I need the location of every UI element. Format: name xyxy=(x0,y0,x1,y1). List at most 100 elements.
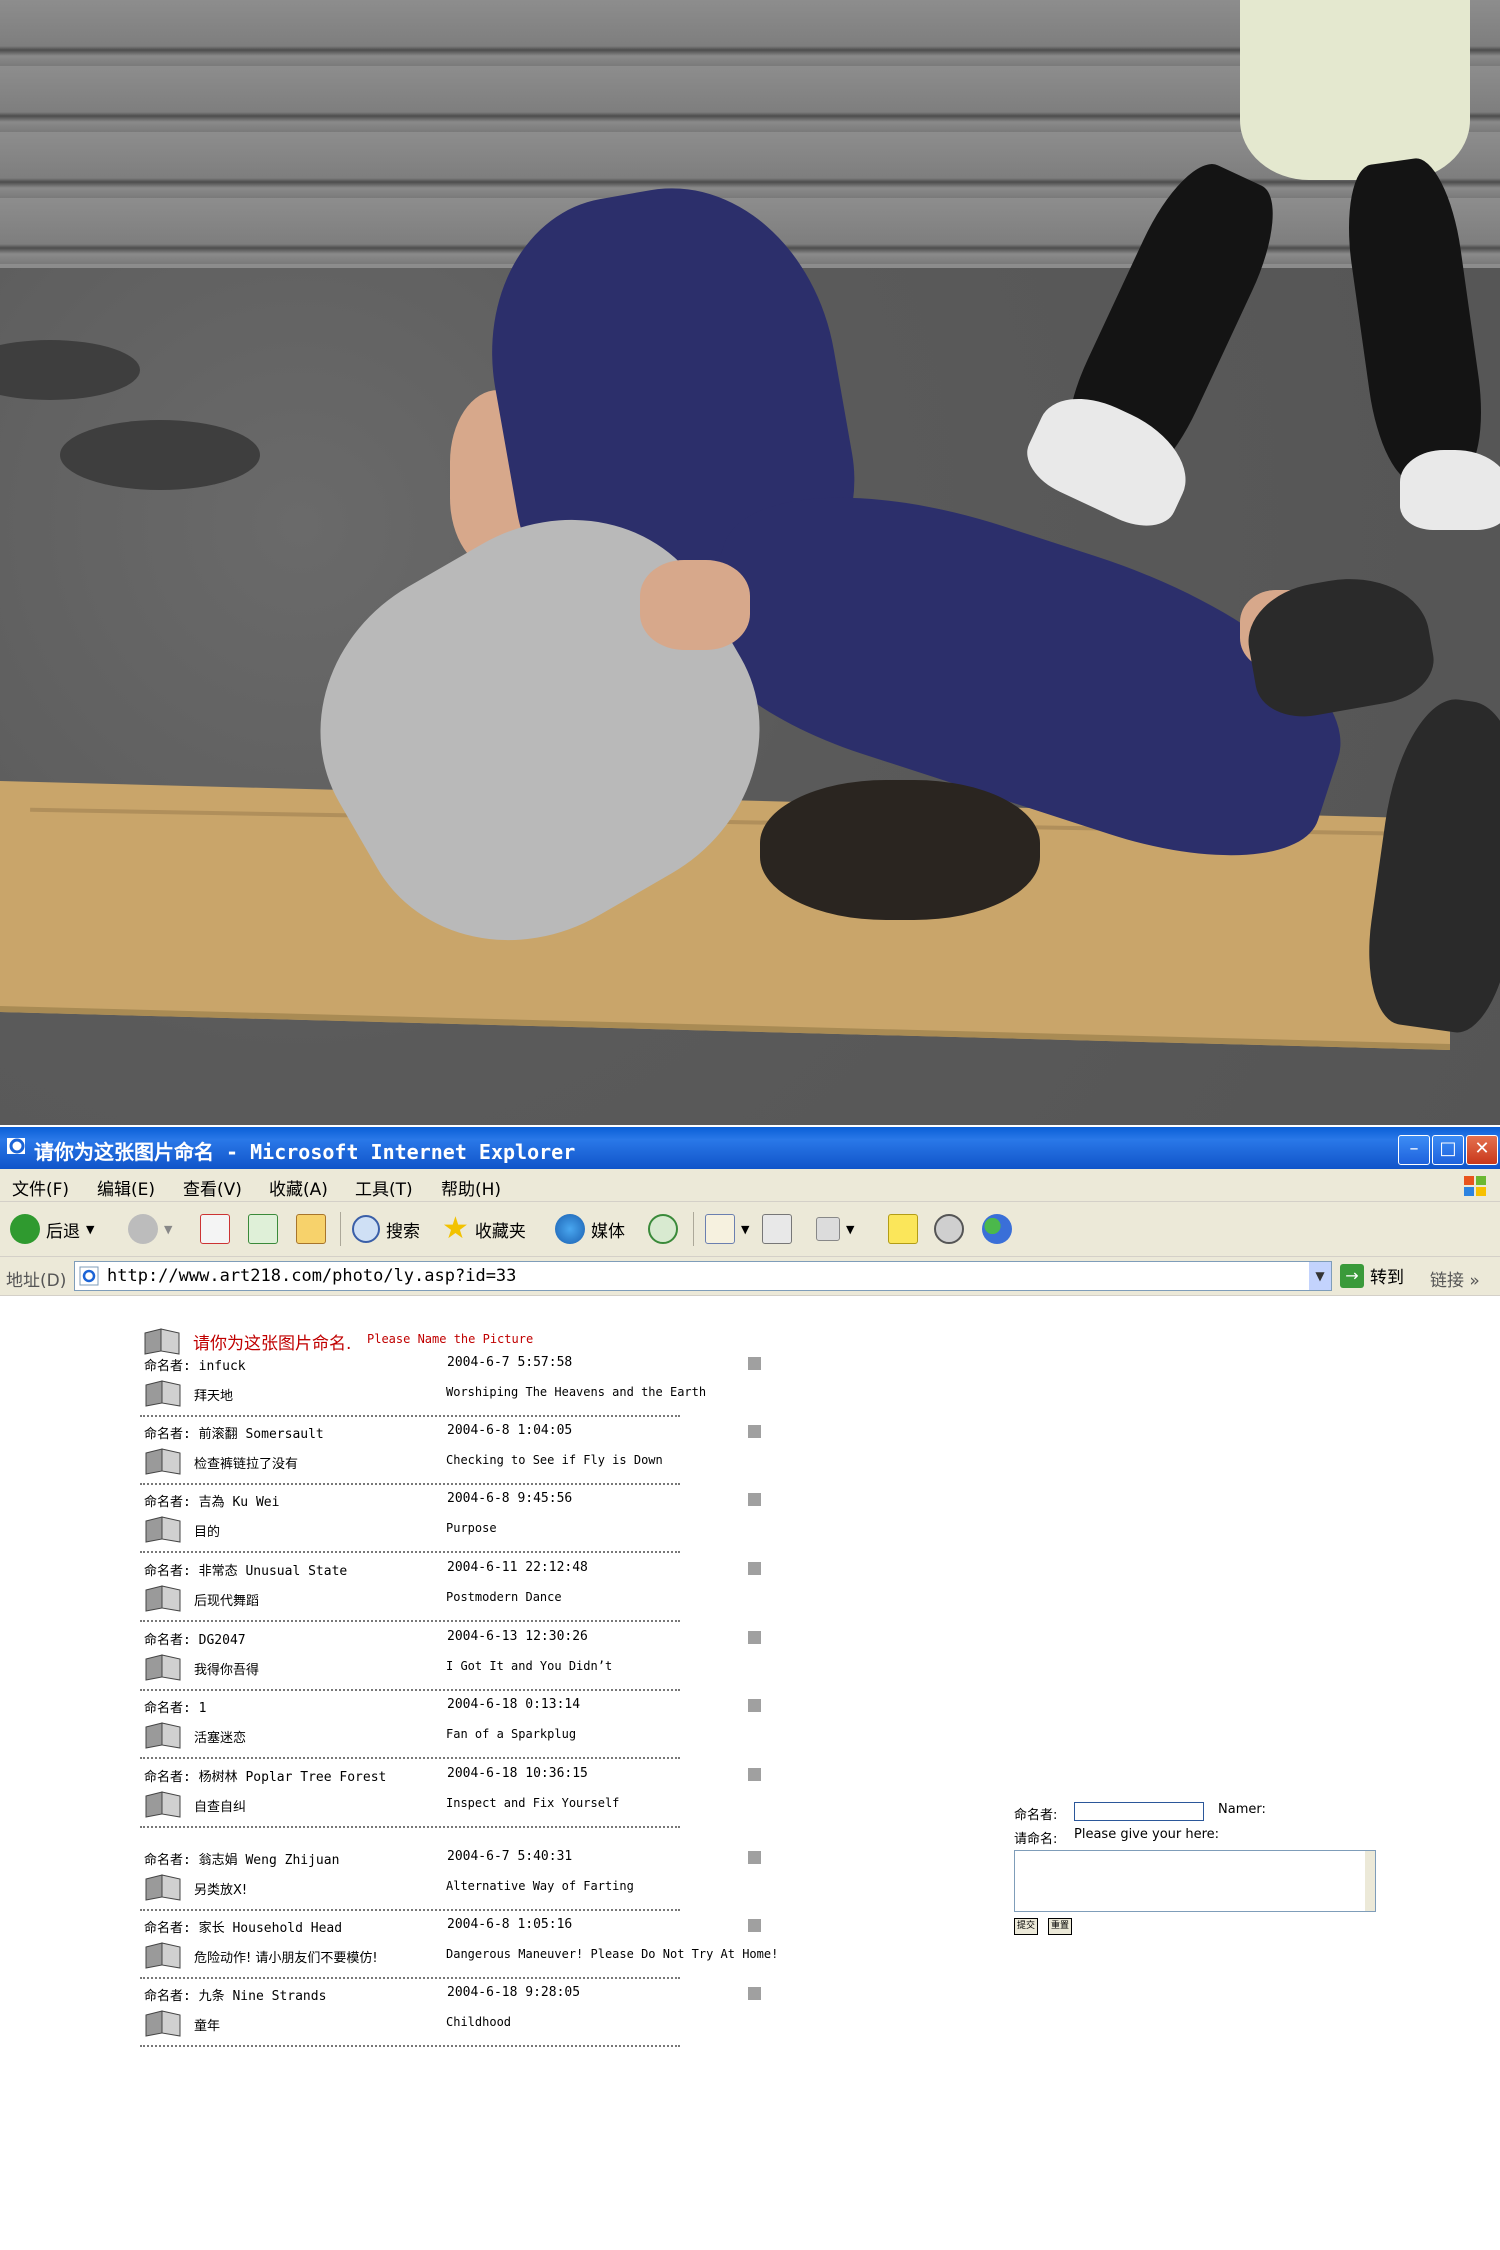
entry-namer: 命名者: 前滚翻 Somersault xyxy=(144,1427,324,1442)
delete-icon[interactable] xyxy=(748,1699,761,1712)
page-content: 请你为这张图片命名. Please Name the Picture 命名者: … xyxy=(0,1295,1500,2250)
edit-button[interactable]: ▼ xyxy=(816,1212,854,1246)
delete-icon[interactable] xyxy=(748,1562,761,1575)
dotted-divider xyxy=(140,1689,680,1691)
close-button[interactable]: ✕ xyxy=(1466,1135,1498,1165)
chevron-down-icon: ▼ xyxy=(741,1222,750,1236)
book-icon xyxy=(145,1448,181,1475)
dotted-divider xyxy=(140,1551,680,1553)
minimize-button[interactable]: – xyxy=(1398,1135,1430,1165)
list-item: 命名者: 前滚翻 Somersault 2004-6-8 1:04:05 检查裤链拉… xyxy=(140,1419,780,1487)
menu-tools[interactable]: 工具(T) xyxy=(355,1175,413,1200)
media-button[interactable]: 媒体 xyxy=(555,1212,625,1246)
list-item: 命名者: DG2047 2004-6-13 12:30:26 我得你吾得 I Got … xyxy=(140,1625,780,1693)
note-icon xyxy=(888,1214,918,1244)
messenger-button[interactable] xyxy=(982,1212,1012,1246)
passerby-jacket xyxy=(1240,0,1470,180)
media-icon xyxy=(555,1214,585,1244)
entry-title-en: Worshiping The Heavens and the Earth xyxy=(446,1385,707,1399)
back-label: 后退 xyxy=(46,1221,80,1242)
go-button[interactable]: → 转到 xyxy=(1340,1263,1404,1288)
entry-date: 2004-6-18 0:13:14 xyxy=(447,1697,581,1712)
entry-title-cn: 自查自纠 xyxy=(194,1800,247,1815)
forward-button[interactable]: ▼ xyxy=(128,1212,172,1246)
delete-icon[interactable] xyxy=(748,1493,761,1506)
menu-favorites[interactable]: 收藏(A) xyxy=(269,1175,328,1200)
refresh-icon xyxy=(248,1214,278,1244)
book-icon xyxy=(145,1585,181,1612)
entry-date: 2004-6-8 1:05:16 xyxy=(447,1917,573,1932)
textarea-scrollbar[interactable] xyxy=(1365,1851,1375,1911)
links-label: 链接 xyxy=(1430,1271,1464,1291)
delete-icon[interactable] xyxy=(748,1768,761,1781)
history-button[interactable] xyxy=(648,1212,678,1246)
maximize-button[interactable]: □ xyxy=(1432,1135,1464,1165)
title-bar: 请你为这张图片命名 - Microsoft Internet Explorer … xyxy=(0,1127,1500,1169)
menu-file[interactable]: 文件(F) xyxy=(12,1175,69,1200)
print-icon xyxy=(762,1214,792,1244)
speech-bubble-icon xyxy=(934,1214,964,1244)
stop-button[interactable] xyxy=(200,1212,230,1246)
title-textarea[interactable] xyxy=(1014,1850,1376,1912)
search-button[interactable]: 搜索 xyxy=(352,1212,420,1246)
entry-title-en: Inspect and Fix Yourself xyxy=(446,1796,620,1810)
dotted-divider xyxy=(140,1909,680,1911)
reset-button[interactable]: 重置 xyxy=(1048,1918,1073,1935)
search-label: 搜索 xyxy=(386,1221,420,1242)
entry-title-en: I Got It and You Didn’t xyxy=(446,1659,613,1673)
entry-namer: 命名者: 翁志娟 Weng Zhijuan xyxy=(144,1853,340,1868)
dotted-divider xyxy=(140,1620,680,1622)
delete-icon[interactable] xyxy=(748,1851,761,1864)
window-title: 请你为这张图片命名 - Microsoft Internet Explorer xyxy=(34,1140,576,1164)
address-dropdown-button[interactable]: ▼ xyxy=(1309,1262,1331,1290)
entry-title-en: Fan of a Sparkplug xyxy=(446,1727,577,1741)
mail-icon xyxy=(705,1214,735,1244)
dotted-divider xyxy=(140,2045,680,2047)
delete-icon[interactable] xyxy=(748,1987,761,2000)
list-item: 命名者: 吉為 Ku Wei 2004-6-8 9:45:56 目的 Purpose xyxy=(140,1487,780,1555)
naming-form: 命名者: Namer: 请命名: Please give your here: … xyxy=(1010,1800,1410,1940)
toolbar: 后退 ▼ ▼ 搜索 ★ 收藏夹 媒体 ▼ ▼ xyxy=(0,1202,1500,1257)
entry-title-en: Postmodern Dance xyxy=(446,1590,562,1604)
shadow xyxy=(60,420,260,490)
namer-input[interactable] xyxy=(1074,1802,1204,1821)
refresh-button[interactable] xyxy=(248,1212,278,1246)
dotted-divider xyxy=(140,1826,680,1828)
title-label: 请命名: xyxy=(1014,1832,1058,1847)
menu-edit[interactable]: 编辑(E) xyxy=(97,1175,155,1200)
address-input[interactable]: http://www.art218.com/photo/ly.asp?id=33… xyxy=(74,1261,1332,1291)
delete-icon[interactable] xyxy=(748,1425,761,1438)
entry-title-cn: 拜天地 xyxy=(194,1389,234,1404)
links-button[interactable]: 链接 » xyxy=(1430,1266,1480,1291)
mail-button[interactable]: ▼ xyxy=(705,1212,749,1246)
print-button[interactable] xyxy=(762,1212,792,1246)
book-icon xyxy=(145,2010,181,2037)
stop-icon xyxy=(200,1214,230,1244)
namer-label-en: Namer: xyxy=(1218,1802,1266,1817)
browser-window: 请你为这张图片命名 - Microsoft Internet Explorer … xyxy=(0,1127,1500,2250)
chevron-down-icon: ▼ xyxy=(846,1222,855,1236)
ie-icon xyxy=(7,1138,25,1154)
entry-title-cn: 我得你吾得 xyxy=(194,1663,260,1678)
photo xyxy=(0,0,1500,1125)
discuss-button[interactable] xyxy=(934,1212,964,1246)
entry-namer: 命名者: 非常态 Unusual State xyxy=(144,1564,348,1579)
chevron-down-icon: ▼ xyxy=(164,1222,173,1236)
submit-button[interactable]: 提交 xyxy=(1014,1918,1039,1935)
delete-icon[interactable] xyxy=(748,1357,761,1370)
entry-date: 2004-6-13 12:30:26 xyxy=(447,1629,588,1644)
favorites-button[interactable]: ★ 收藏夹 xyxy=(442,1212,526,1246)
delete-icon[interactable] xyxy=(748,1919,761,1932)
menu-help[interactable]: 帮助(H) xyxy=(441,1175,501,1200)
edit-icon xyxy=(816,1217,840,1241)
menu-view[interactable]: 查看(V) xyxy=(183,1175,242,1200)
delete-icon[interactable] xyxy=(748,1631,761,1644)
entry-namer: 命名者: 吉為 Ku Wei xyxy=(144,1495,280,1510)
entry-namer: 命名者: 1 xyxy=(144,1701,207,1716)
entry-title-en: Alternative Way of Farting xyxy=(446,1879,634,1893)
back-button[interactable]: 后退 ▼ xyxy=(10,1212,94,1246)
notes-button[interactable] xyxy=(888,1212,918,1246)
home-button[interactable] xyxy=(296,1212,326,1246)
star-icon: ★ xyxy=(442,1211,469,1246)
address-label: 地址(D) xyxy=(6,1271,67,1291)
